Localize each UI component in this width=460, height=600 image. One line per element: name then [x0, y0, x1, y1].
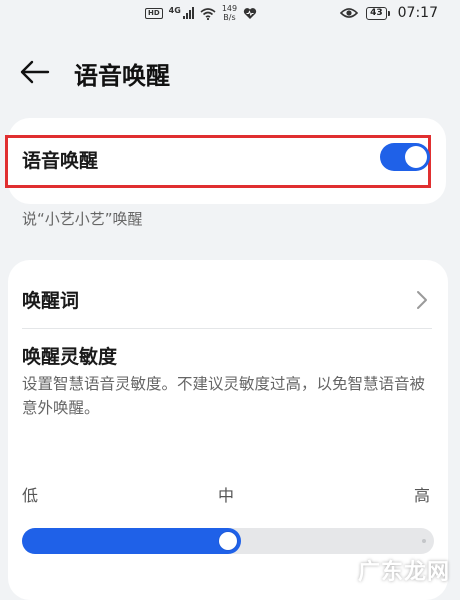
- clock: 07:17: [397, 5, 438, 21]
- page-title: 语音唤醒: [74, 62, 170, 90]
- battery-level: 43: [366, 6, 387, 20]
- net-speed-value: 149: [221, 4, 238, 13]
- network-type: 4G: [168, 5, 181, 15]
- status-right: 43 07:17: [340, 5, 438, 21]
- wake-word-label: 唤醒词: [22, 290, 80, 312]
- divider: [22, 328, 432, 329]
- settings-card: 唤醒词 唤醒灵敏度 设置智慧语音灵敏度。不建议灵敏度过高，以免智慧语音被意外唤醒…: [8, 260, 448, 600]
- toggle-knob: [405, 146, 427, 168]
- chevron-right-icon: [417, 291, 427, 309]
- sensitivity-title: 唤醒灵敏度: [22, 346, 118, 368]
- slider-thumb[interactable]: [219, 532, 237, 550]
- signal-icon: [182, 7, 194, 19]
- voice-wakeup-row: 语音唤醒: [5, 135, 431, 188]
- wakeup-hint: 说“小艺小艺”唤醒: [22, 210, 143, 228]
- level-mid-label: 中: [218, 486, 235, 505]
- sensitivity-description: 设置智慧语音灵敏度。不建议灵敏度过高，以免智慧语音被意外唤醒。: [22, 375, 426, 417]
- sensitivity-slider[interactable]: [22, 528, 434, 554]
- slider-end-dot: [422, 539, 426, 543]
- hd-badge: HD: [145, 7, 163, 19]
- status-left: HD 4G 149 B/s: [145, 4, 257, 22]
- watermark: 广东龙网: [357, 560, 450, 585]
- back-button[interactable]: [18, 56, 54, 88]
- app-header: 语音唤醒: [0, 48, 460, 98]
- back-arrow-icon: [20, 60, 50, 84]
- wifi-icon: [200, 7, 216, 20]
- slider-fill: [22, 528, 241, 554]
- voice-wakeup-toggle[interactable]: [380, 143, 430, 171]
- net-speed: 149 B/s: [222, 4, 237, 22]
- voice-wakeup-label: 语音唤醒: [22, 150, 99, 172]
- level-low-label: 低: [22, 486, 39, 505]
- heart-icon: [243, 7, 257, 19]
- wake-word-row[interactable]: 唤醒词: [8, 278, 448, 322]
- level-high-label: 高: [414, 486, 431, 505]
- battery-icon: 43: [366, 6, 390, 20]
- net-speed-unit: B/s: [223, 13, 236, 22]
- eye-icon: [340, 8, 359, 18]
- status-bar: HD 4G 149 B/s 43 07:17: [0, 0, 460, 32]
